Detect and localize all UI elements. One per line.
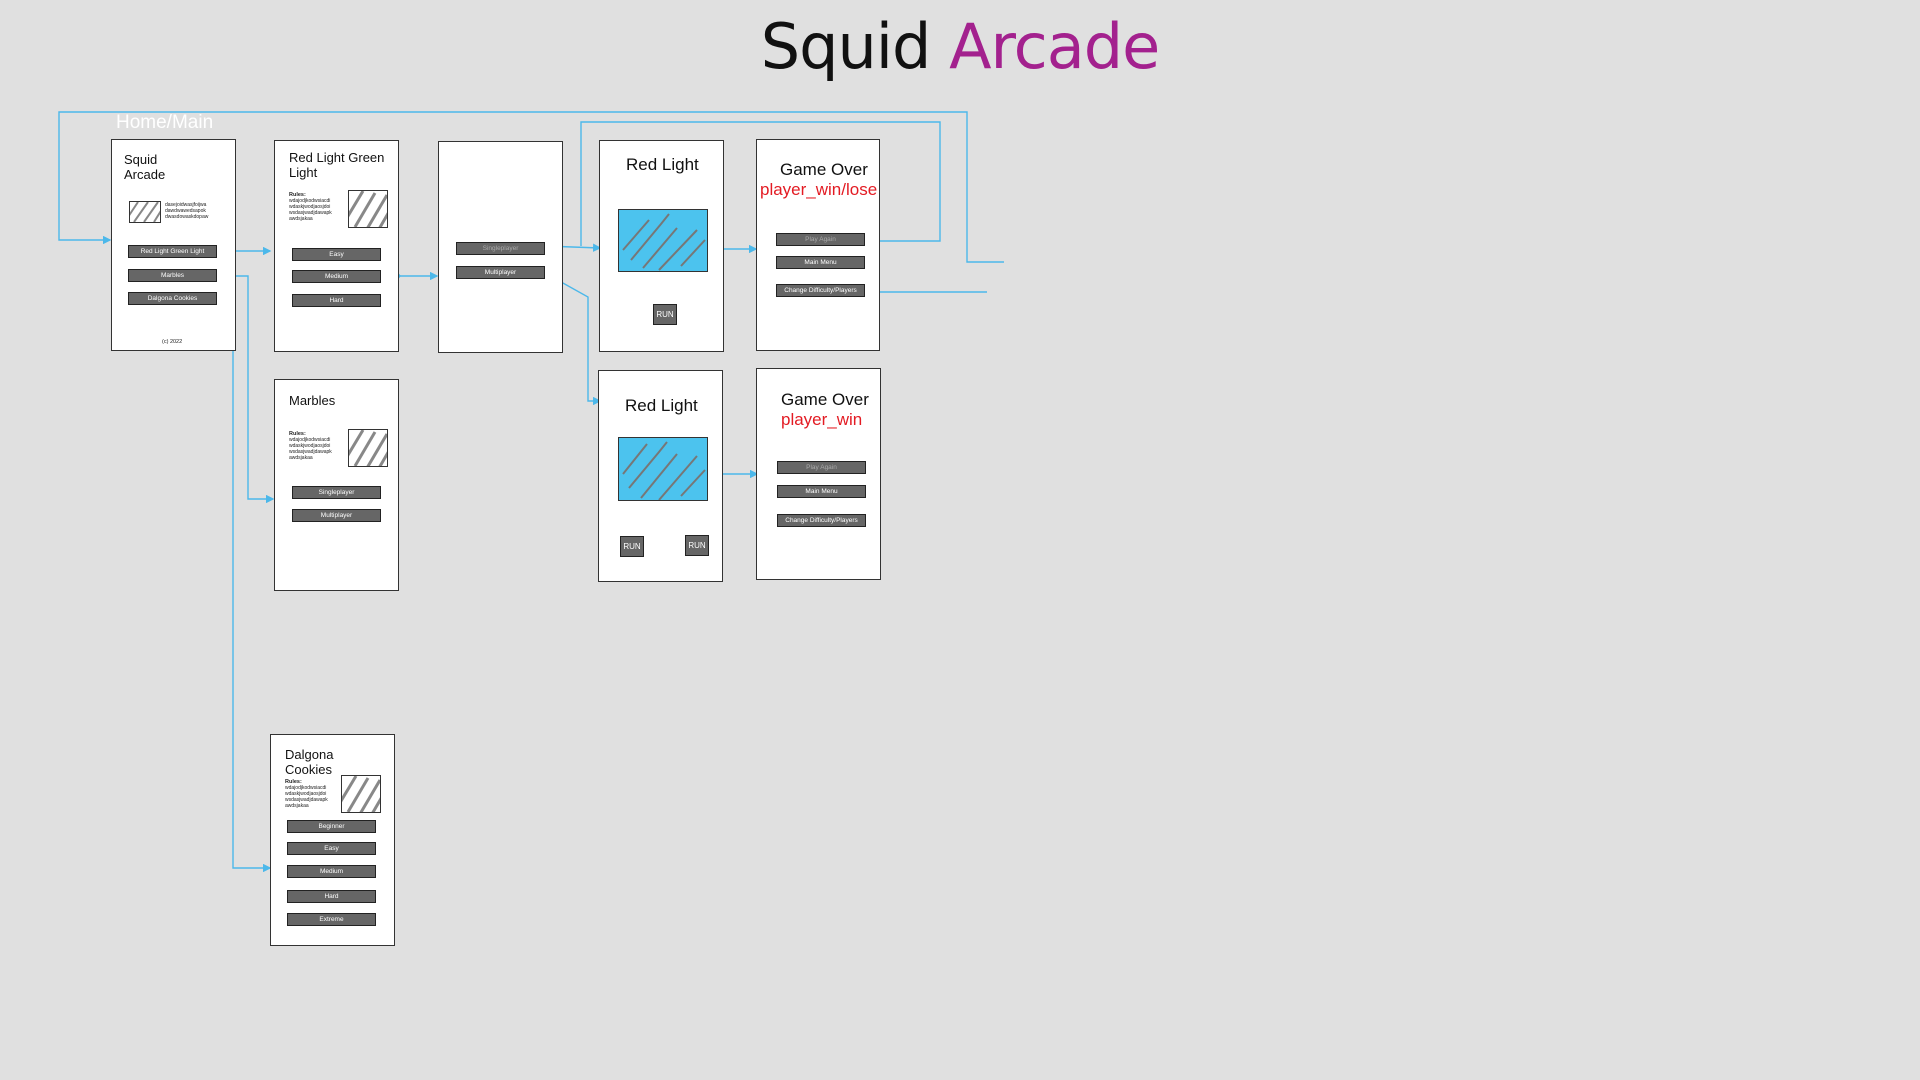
screen-marbles: Marbles Rules: wdajodjkodwsiacdi wdaskjwo…	[274, 379, 399, 591]
btn-beginner[interactable]: Beginner	[287, 820, 376, 833]
over-single-result: player_win/lose	[760, 180, 878, 199]
btn-singleplayer[interactable]: Singleplayer	[456, 242, 545, 255]
btn-run-left[interactable]: RUN	[620, 536, 644, 557]
title-word-1: Squid	[760, 10, 932, 83]
btn-dalgona-hard[interactable]: Hard	[287, 890, 376, 903]
over-multi-result: player_win	[781, 410, 863, 429]
dalgona-rules: Rules: wdajodjkodwsiacdi wdaskjwodjaosjdo…	[285, 779, 328, 809]
link-home-dalgona	[218, 296, 272, 873]
btn-dalgona-medium[interactable]: Medium	[287, 865, 376, 878]
btn-run-right[interactable]: RUN	[685, 535, 709, 556]
over-multi-title: Game Over	[781, 390, 869, 409]
page-title: Squid Arcade	[0, 10, 1920, 83]
home-title: Squid Arcade	[124, 152, 166, 182]
btn-hard[interactable]: Hard	[292, 294, 381, 307]
rlgl-title: Red Light Green Light	[289, 150, 385, 180]
btn-play-again-multi[interactable]: Play Again	[777, 461, 866, 474]
btn-marbles[interactable]: Marbles	[128, 269, 217, 282]
screen-game-over-multi: Game Over player_win Play Again Main Men…	[756, 368, 881, 580]
marbles-title: Marbles	[289, 393, 336, 408]
btn-easy[interactable]: Easy	[292, 248, 381, 261]
section-label-home: Home/Main	[116, 112, 214, 133]
screen-game-over-single: Game Over player_win/lose Play Again Mai…	[756, 139, 880, 351]
screen-dalgona: Dalgona Cookies Rules: wdajodjkodwsiacdi w…	[270, 734, 395, 946]
btn-change-difficulty-multi[interactable]: Change Difficulty/Players	[777, 514, 866, 527]
btn-red-light-green-light[interactable]: Red Light Green Light	[128, 245, 217, 258]
btn-dalgona-easy[interactable]: Easy	[287, 842, 376, 855]
home-description: dasejoidwasjfoijwa dawdwawedsapok dwasdo…	[165, 202, 209, 220]
screen-game-multi: Red Light RUN RUN	[598, 370, 723, 582]
rlgl-thumbnail	[348, 190, 388, 228]
game-area-multi	[618, 437, 708, 501]
marbles-rules: Rules: wdajodjkodwsiacdi wdaskjwodjaosjdo…	[289, 431, 332, 461]
btn-run[interactable]: RUN	[653, 304, 677, 325]
btn-marbles-singleplayer[interactable]: Singleplayer	[292, 486, 381, 499]
game-single-title: Red Light	[626, 155, 699, 174]
game-area-single	[618, 209, 708, 272]
screen-rlgl-difficulty: Red Light Green Light Rules: wdajodjkodwsi…	[274, 140, 399, 352]
btn-medium[interactable]: Medium	[292, 270, 381, 283]
screen-player-select: Singleplayer Multiplayer	[438, 141, 563, 353]
btn-main-menu-multi[interactable]: Main Menu	[777, 485, 866, 498]
btn-marbles-multiplayer[interactable]: Multiplayer	[292, 509, 381, 522]
dalgona-title: Dalgona Cookies	[285, 747, 334, 777]
copyright: (c) 2022	[162, 339, 183, 345]
marbles-thumbnail	[348, 429, 388, 467]
btn-change-difficulty[interactable]: Change Difficulty/Players	[776, 284, 865, 297]
btn-main-menu[interactable]: Main Menu	[776, 256, 865, 269]
btn-play-again[interactable]: Play Again	[776, 233, 865, 246]
home-thumbnail	[129, 201, 161, 223]
rlgl-rules: Rules: wdajodjkodwsiacdi wdaskjwodjaosjdo…	[289, 192, 332, 222]
title-word-2: Arcade	[949, 10, 1160, 83]
btn-dalgona-cookies[interactable]: Dalgona Cookies	[128, 292, 217, 305]
game-multi-title: Red Light	[625, 396, 698, 415]
screen-game-single: Red Light RUN	[599, 140, 724, 352]
screen-home: Squid Arcade dasejoidwasjfoijwa dawdwawed…	[111, 139, 236, 351]
over-single-title: Game Over	[780, 160, 868, 179]
btn-extreme[interactable]: Extreme	[287, 913, 376, 926]
dalgona-thumbnail	[341, 775, 381, 813]
btn-multiplayer[interactable]: Multiplayer	[456, 266, 545, 279]
